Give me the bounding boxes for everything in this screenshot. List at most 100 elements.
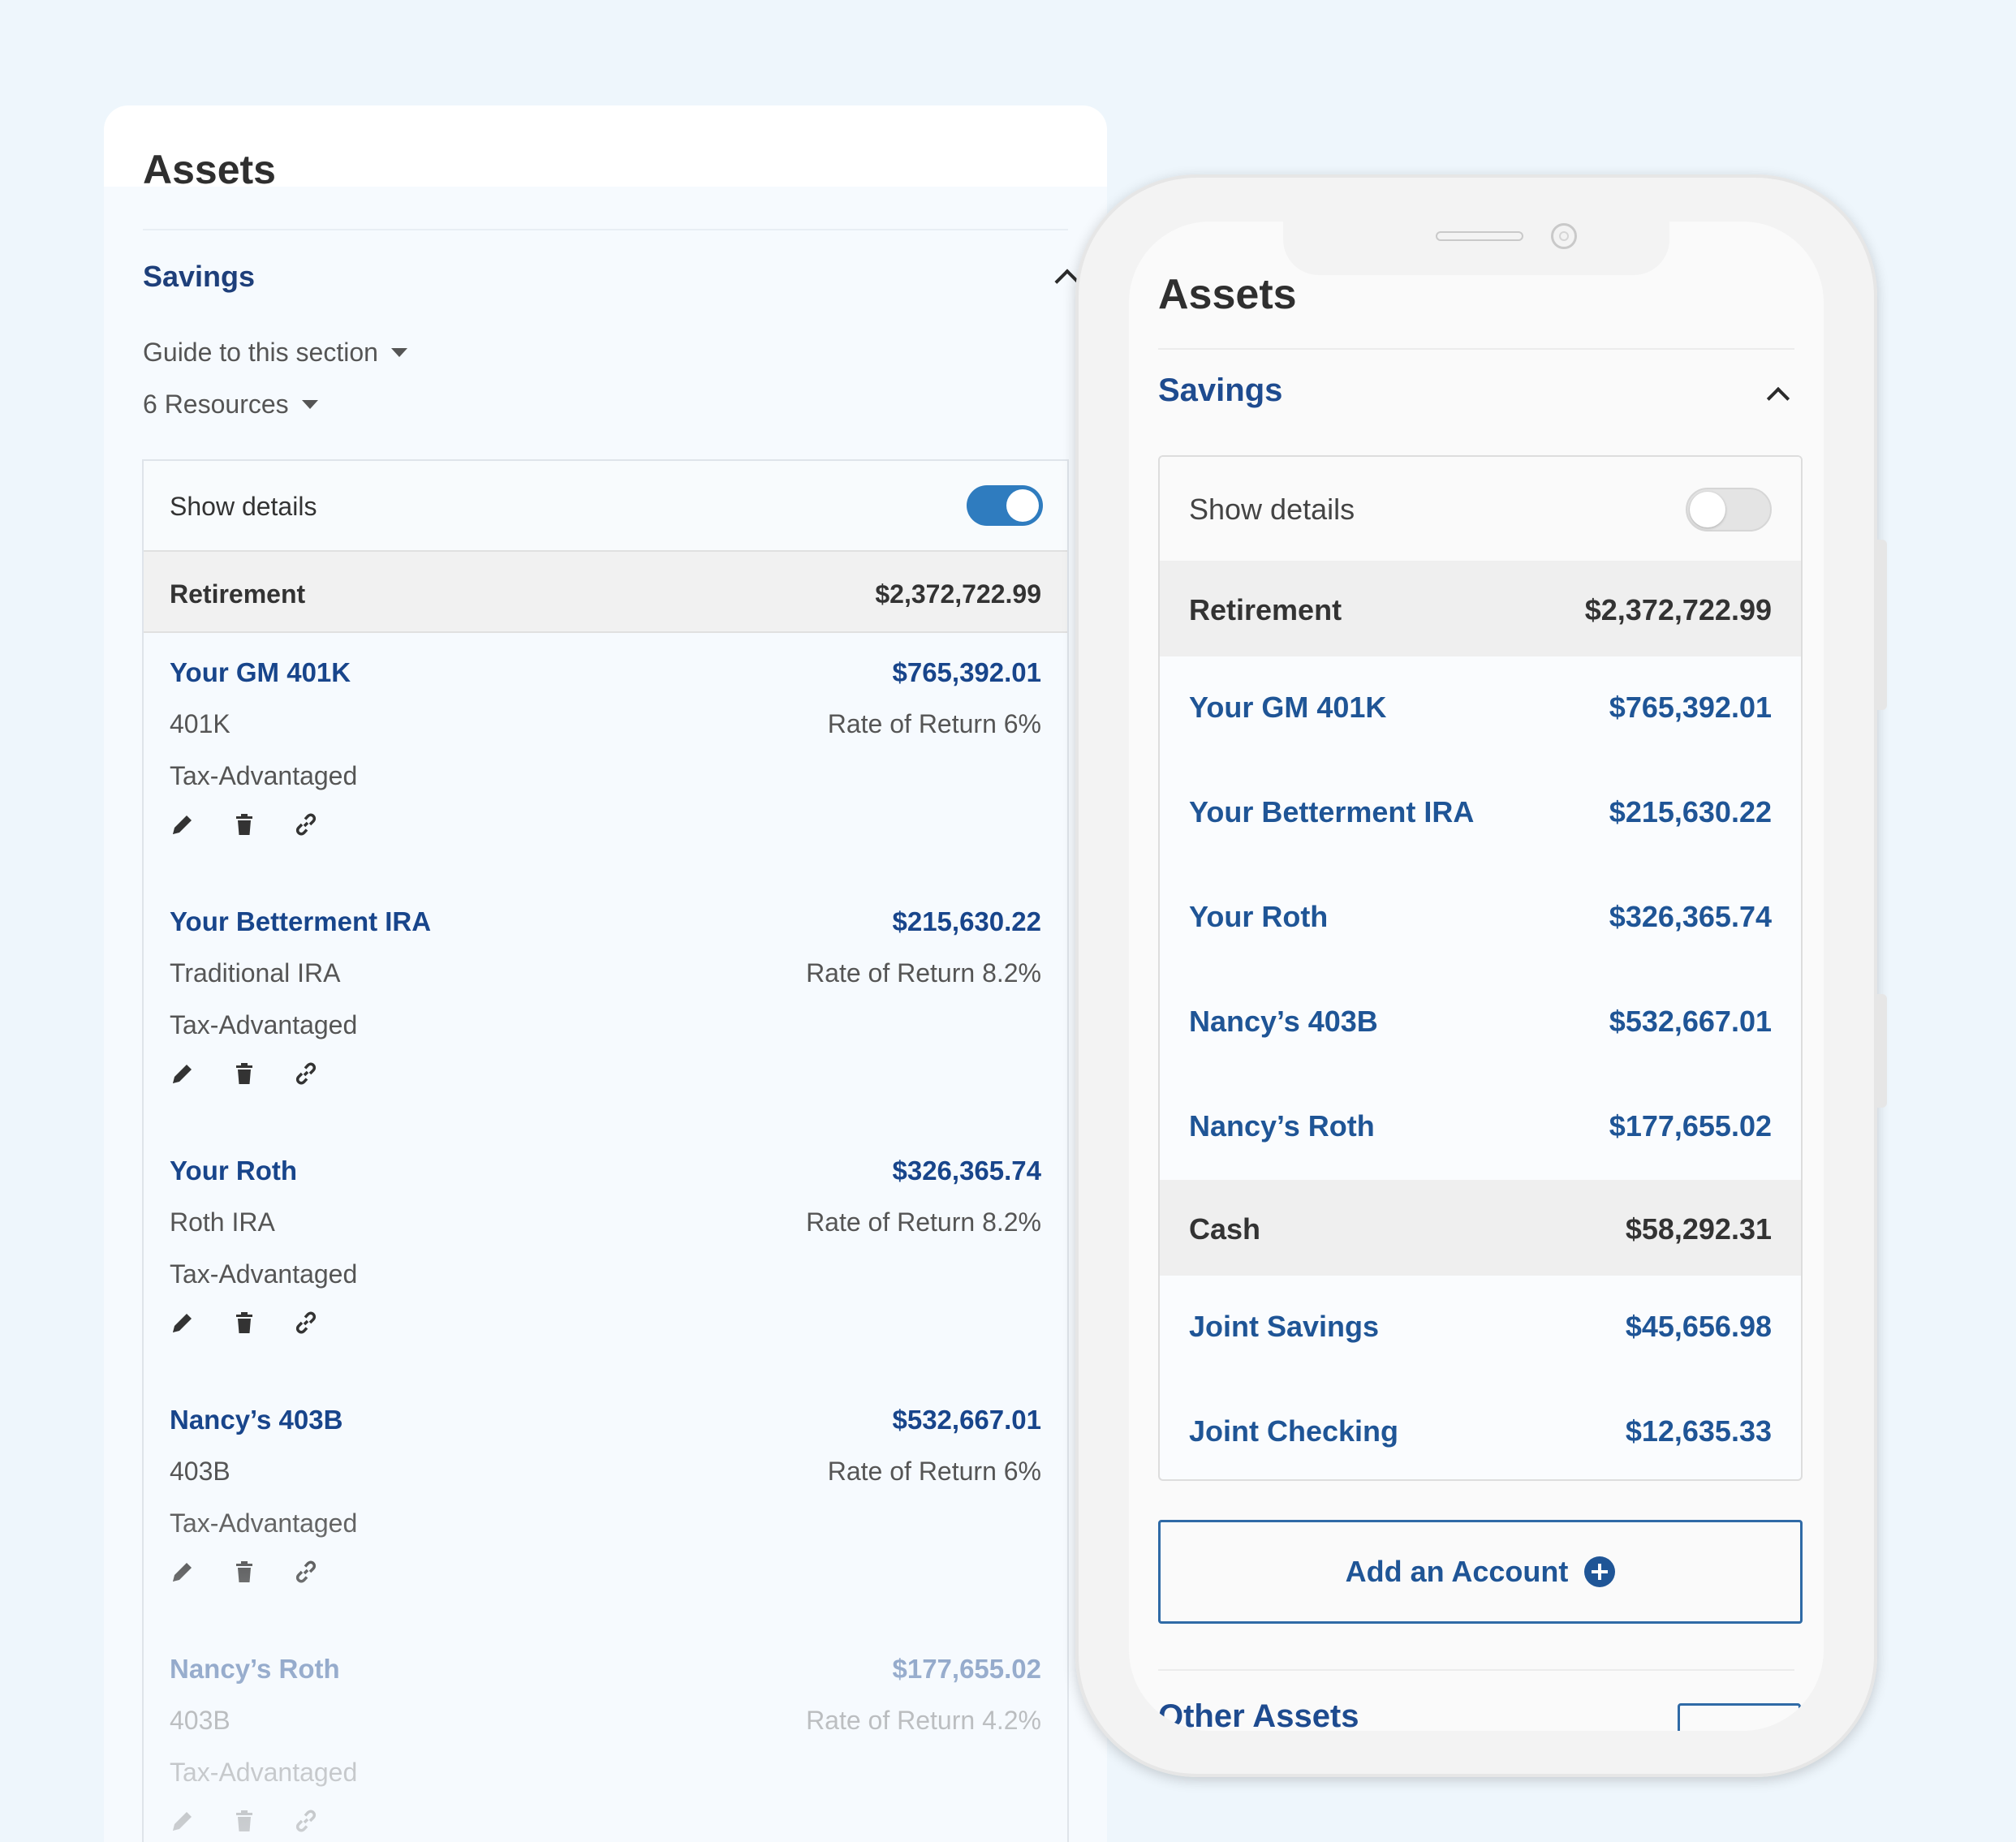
link-icon[interactable] — [293, 1808, 319, 1834]
account-actions — [170, 1310, 319, 1336]
phone-notch — [1283, 222, 1669, 275]
resources-dropdown[interactable]: 6 Resources — [143, 389, 318, 420]
account-row[interactable]: Joint Savings $45,656.98 — [1160, 1276, 1801, 1380]
account-item: Your Betterment IRA $215,630.22 Traditiona… — [144, 906, 1067, 1153]
pencil-icon[interactable] — [170, 1310, 196, 1336]
account-item: Your Roth $326,365.74 Roth IRA Rate of Retu… — [144, 1156, 1067, 1402]
account-name-link[interactable]: Your GM 401K — [170, 657, 351, 688]
account-balance: $177,655.02 — [1609, 1109, 1772, 1143]
account-type: 403B — [170, 1457, 230, 1486]
account-item: Your GM 401K $765,392.01 401K Rate of Retur… — [144, 657, 1067, 904]
savings-section-title[interactable]: Savings — [1158, 372, 1282, 409]
trash-icon[interactable] — [231, 1808, 257, 1834]
toggle-knob — [1690, 492, 1725, 527]
account-row[interactable]: Nancy’s 403B $532,667.01 — [1160, 970, 1801, 1075]
group-total: $2,372,722.99 — [875, 579, 1041, 609]
account-row[interactable]: Your Betterment IRA $215,630.22 — [1160, 761, 1801, 866]
savings-section-title[interactable]: Savings — [143, 260, 255, 294]
other-assets-title[interactable]: Other Assets — [1158, 1698, 1359, 1731]
account-balance: $45,656.98 — [1625, 1310, 1772, 1343]
link-icon[interactable] — [293, 811, 319, 837]
account-actions — [170, 1808, 319, 1834]
phone-side-button — [1876, 540, 1887, 710]
link-icon[interactable] — [293, 1310, 319, 1336]
plus-circle-icon — [1584, 1556, 1616, 1587]
divider — [1158, 1669, 1794, 1671]
account-name-link[interactable]: Nancy’s 403B — [1189, 1005, 1378, 1039]
group-header-retirement: Retirement $2,372,722.99 — [144, 550, 1067, 633]
group-label: Retirement — [170, 579, 306, 609]
other-assets-button[interactable] — [1678, 1703, 1801, 1731]
link-icon[interactable] — [293, 1061, 319, 1087]
tax-status: Tax-Advantaged — [170, 1758, 358, 1787]
account-name-link[interactable]: Joint Checking — [1189, 1414, 1398, 1448]
tax-status: Tax-Advantaged — [170, 1010, 358, 1039]
account-row[interactable]: Your GM 401K $765,392.01 — [1160, 656, 1801, 761]
account-row[interactable]: Nancy’s Roth $177,655.02 — [1160, 1075, 1801, 1180]
trash-icon[interactable] — [231, 1310, 257, 1336]
account-name-link[interactable]: Your Betterment IRA — [1189, 795, 1474, 829]
account-balance: $326,365.74 — [1609, 900, 1772, 933]
show-details-row: Show details — [1160, 457, 1801, 561]
account-item: Nancy’s Roth $177,655.02 403B Rate of Retur… — [144, 1654, 1067, 1842]
phone-frame: Assets Savings Show details Retirement $2… — [1075, 174, 1887, 1777]
account-name-link[interactable]: Your Roth — [170, 1156, 297, 1186]
camera-icon — [1551, 223, 1577, 249]
group-label: Retirement — [1189, 593, 1342, 626]
tax-status: Tax-Advantaged — [170, 1259, 358, 1289]
account-name-link[interactable]: Joint Savings — [1189, 1310, 1379, 1344]
account-name-link[interactable]: Your Roth — [1189, 900, 1328, 934]
page-title: Assets — [143, 147, 276, 192]
account-name-link[interactable]: Nancy’s Roth — [170, 1654, 340, 1685]
account-item: Nancy’s 403B $532,667.01 403B Rate of Retur… — [144, 1405, 1067, 1651]
pencil-icon[interactable] — [170, 811, 196, 837]
speaker-icon — [1436, 231, 1523, 241]
add-account-label: Add an Account — [1345, 1555, 1569, 1588]
chevron-up-icon[interactable] — [1766, 386, 1790, 411]
account-balance: $532,667.01 — [1609, 1005, 1772, 1038]
trash-icon[interactable] — [231, 1061, 257, 1087]
account-type: 401K — [170, 709, 230, 738]
add-account-button[interactable]: Add an Account — [1158, 1520, 1803, 1624]
guide-dropdown[interactable]: Guide to this section — [143, 338, 407, 368]
trash-icon[interactable] — [231, 811, 257, 837]
show-details-toggle[interactable] — [1686, 488, 1772, 532]
account-actions — [170, 1061, 319, 1087]
account-name-link[interactable]: Your Betterment IRA — [170, 906, 431, 937]
resources-label: 6 Resources — [143, 389, 289, 419]
guide-label: Guide to this section — [143, 338, 378, 367]
account-actions — [170, 811, 319, 837]
account-balance: $326,365.74 — [892, 1156, 1041, 1186]
account-row[interactable]: Joint Checking $12,635.33 — [1160, 1380, 1801, 1479]
trash-icon[interactable] — [231, 1559, 257, 1585]
account-type: Roth IRA — [170, 1207, 275, 1237]
account-balance: $765,392.01 — [892, 657, 1041, 687]
account-type: 403B — [170, 1706, 230, 1735]
desktop-assets-panel: Assets Savings Guide to this section 6 R… — [104, 105, 1107, 1842]
show-details-toggle[interactable] — [967, 485, 1043, 526]
pencil-icon[interactable] — [170, 1808, 196, 1834]
tax-status: Tax-Advantaged — [170, 1508, 358, 1538]
account-row[interactable]: Your Roth $326,365.74 — [1160, 866, 1801, 970]
caret-down-icon — [301, 400, 318, 409]
link-icon[interactable] — [293, 1559, 319, 1585]
divider — [1158, 348, 1794, 350]
pencil-icon[interactable] — [170, 1061, 196, 1087]
group-label: Cash — [1189, 1212, 1261, 1246]
rate-of-return: Rate of Return 6% — [827, 1457, 1041, 1486]
rate-of-return: Rate of Return 4.2% — [806, 1706, 1041, 1735]
group-total: $2,372,722.99 — [1584, 593, 1772, 626]
pencil-icon[interactable] — [170, 1559, 196, 1585]
account-name-link[interactable]: Your GM 401K — [1189, 691, 1386, 725]
account-name-link[interactable]: Nancy’s 403B — [170, 1405, 342, 1435]
account-balance: $215,630.22 — [892, 906, 1041, 936]
savings-card: Show details Retirement $2,372,722.99 Yo… — [142, 459, 1069, 1842]
account-type: Traditional IRA — [170, 958, 341, 988]
account-name-link[interactable]: Nancy’s Roth — [1189, 1109, 1375, 1143]
account-balance: $215,630.22 — [1609, 795, 1772, 828]
rate-of-return: Rate of Return 8.2% — [806, 958, 1041, 988]
account-actions — [170, 1559, 319, 1585]
caret-down-icon — [390, 348, 407, 357]
rate-of-return: Rate of Return 8.2% — [806, 1207, 1041, 1237]
account-balance: $177,655.02 — [892, 1654, 1041, 1684]
